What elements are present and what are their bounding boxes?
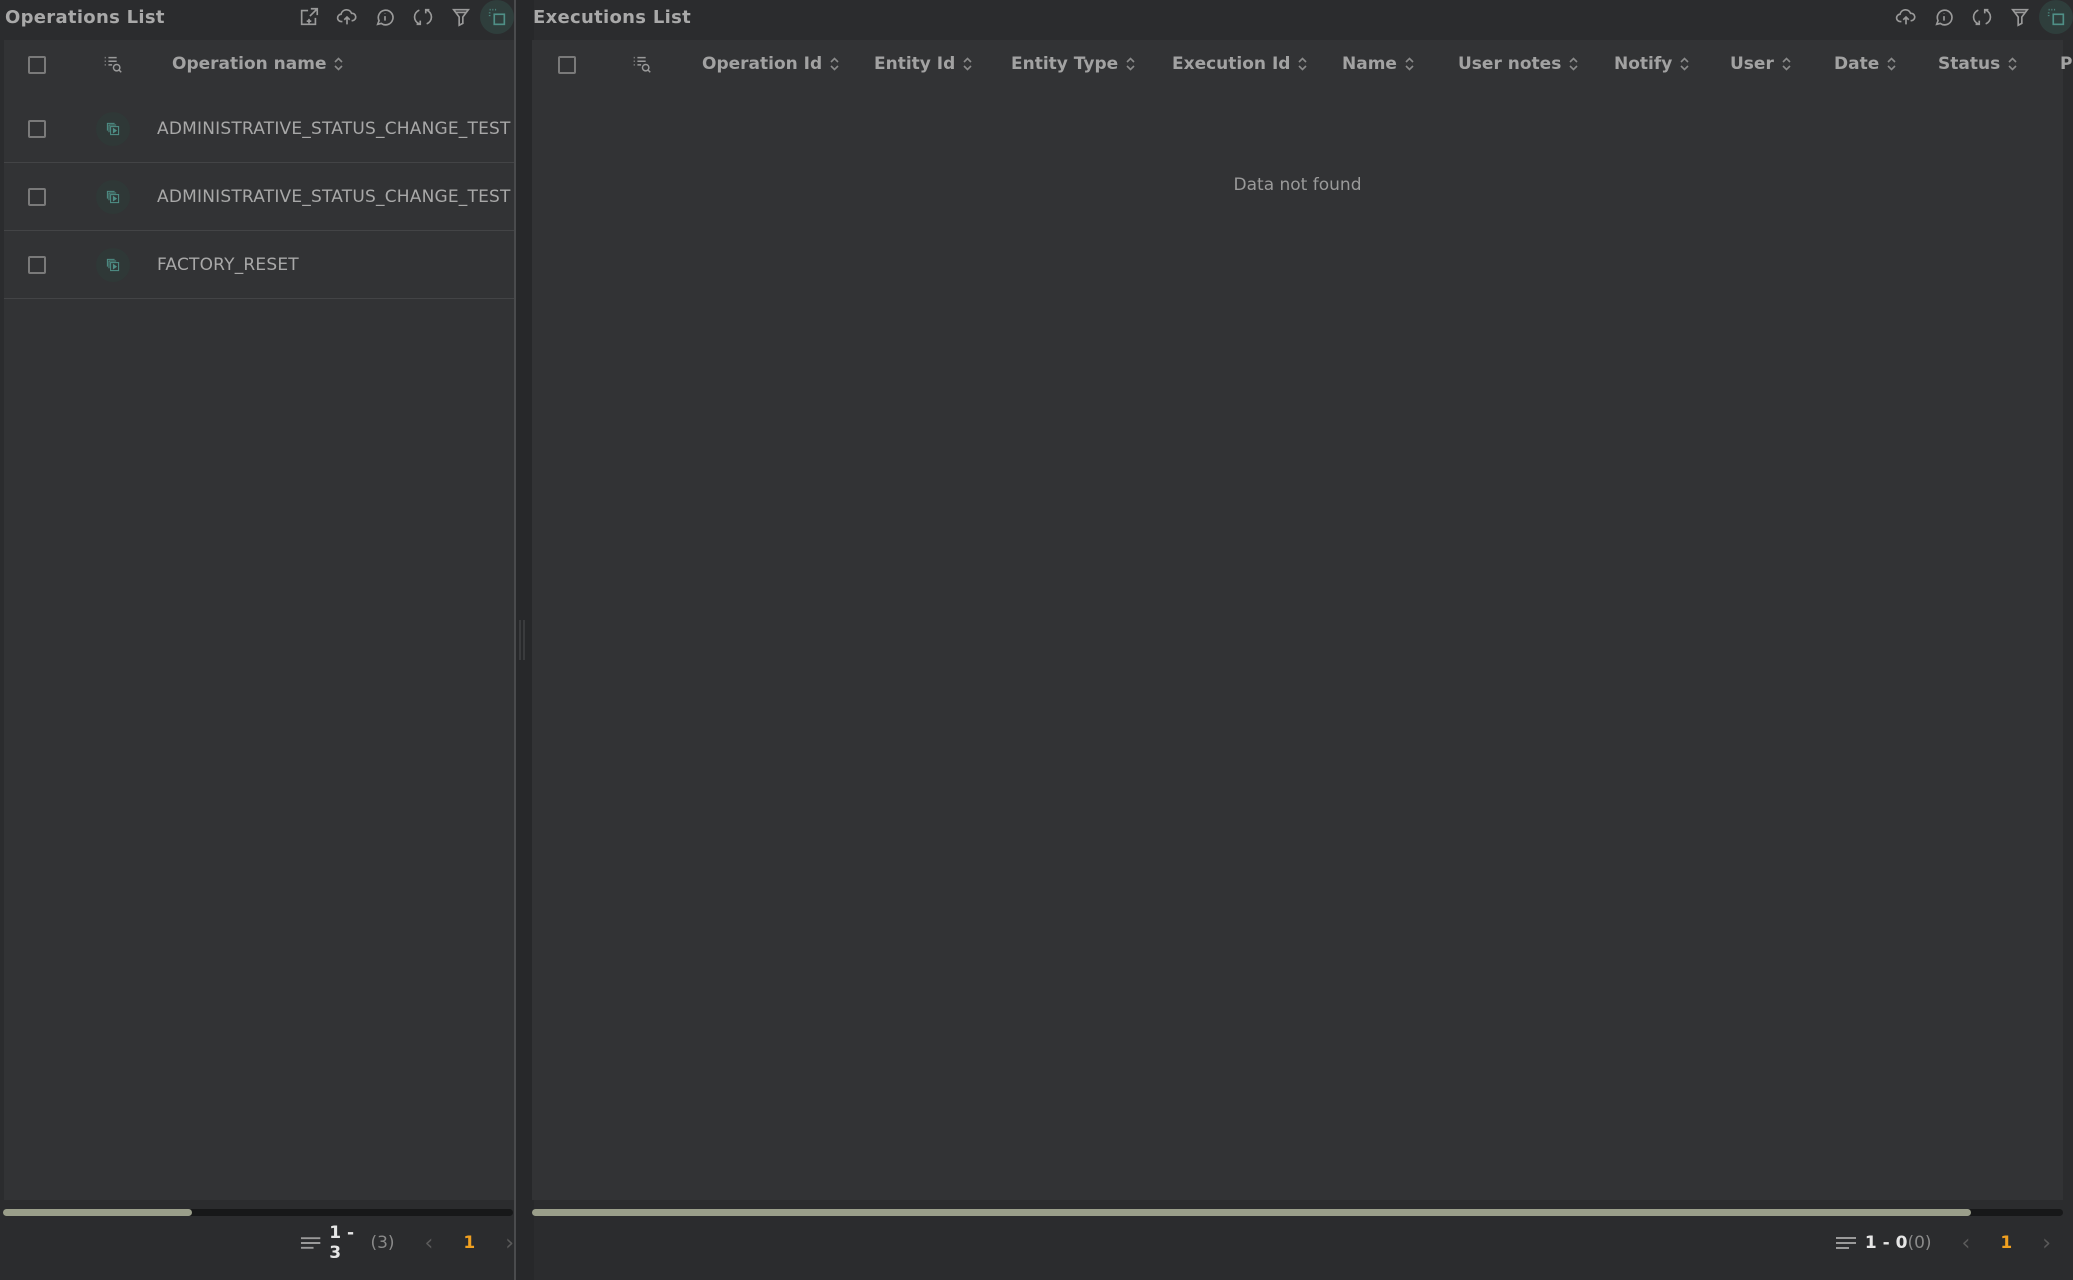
column-user[interactable]: User [1730,54,1792,74]
upload-icon [1895,8,1916,25]
column-entity-type[interactable]: Entity Type [1011,54,1136,74]
sort-icon [1298,57,1308,71]
executions-header-row: Operation Id Entity Id Entity Type Executio… [532,40,2072,90]
row-checkbox[interactable] [28,187,46,206]
info-button[interactable] [366,0,404,34]
executions-toolbar [1887,0,2073,34]
column-operation-id[interactable]: Operation Id [702,54,840,74]
export-button[interactable] [290,0,328,34]
info-button[interactable] [1925,0,1963,34]
operation-name: ADMINISTRATIVE_STATUS_CHANGE_TEST [157,118,511,139]
operation-type-icon [96,179,130,214]
operations-header-row: Operation name [4,40,514,90]
table-row[interactable]: ADMINISTRATIVE_STATUS_CHANGE_TEST [4,95,514,163]
selection-mode-button[interactable] [2039,0,2073,34]
sort-icon [1569,57,1578,71]
filter-button[interactable] [442,0,480,34]
info-icon [1935,9,1953,26]
operations-grid: Operation name ADMINISTRATIVE_STATUS_CHA… [4,40,514,1200]
row-checkbox[interactable] [28,119,46,138]
refresh-icon [1972,8,1992,26]
column-user-notes[interactable]: User notes [1458,54,1579,74]
executions-titlebar: Executions List [532,0,2073,34]
upload-icon [336,8,357,25]
sort-icon [830,57,839,71]
page-range: 1 - 0 [1864,1233,1908,1253]
sort-icon [963,57,972,71]
sort-icon [1887,57,1896,71]
selection-mode-icon [488,8,506,26]
column-name[interactable]: Name [1342,54,1415,74]
operations-panel: Operations List Operation name ADMINISTR… [0,0,514,1280]
table-row[interactable]: ADMINISTRATIVE_STATUS_CHANGE_TEST [4,163,514,231]
selection-mode-icon [2047,8,2065,26]
column-status[interactable]: Status [1938,54,2018,74]
sort-icon [1782,57,1791,71]
upload-button[interactable] [328,0,366,34]
current-page[interactable]: 1 [463,1233,475,1253]
current-page[interactable]: 1 [2000,1233,2012,1253]
column-search-icon[interactable] [102,53,124,75]
selection-mode-button[interactable] [480,0,514,34]
operations-horizontal-scrollbar[interactable] [3,1209,513,1216]
filter-button[interactable] [2001,0,2039,34]
operation-type-icon [96,247,130,282]
empty-state-message: Data not found [1233,175,1362,195]
filter-icon [2011,8,2029,27]
sort-icon [1405,57,1414,71]
sort-icon [334,57,344,71]
executions-grid: Operation Id Entity Id Entity Type Executio… [532,40,2072,1200]
page-size-icon[interactable] [300,1235,321,1251]
operation-name: ADMINISTRATIVE_STATUS_CHANGE_TEST [157,186,511,207]
operations-title: Operations List [5,6,165,28]
column-date[interactable]: Date [1834,54,1897,74]
export-icon [300,7,319,26]
sort-icon [1126,57,1135,71]
upload-button[interactable] [1887,0,1925,34]
refresh-button[interactable] [1963,0,2001,34]
scrollbar-thumb[interactable] [532,1209,1972,1216]
page-size-icon[interactable] [1835,1235,1857,1251]
executions-pagination: 1 - 0 (0) ‹ 1 › [1835,1225,2051,1261]
executions-title: Executions List [533,6,691,28]
column-search-icon[interactable] [631,53,653,75]
column-operation-name[interactable]: Operation name [172,54,344,74]
row-checkbox[interactable] [28,255,46,274]
column-notify[interactable]: Notify [1614,54,1690,74]
refresh-icon [413,8,433,26]
panel-resize-handle[interactable] [514,0,534,1280]
select-all-checkbox[interactable] [558,56,576,74]
filter-icon [452,8,470,27]
page-total: (0) [1907,1233,1932,1253]
next-page-button[interactable]: › [505,1231,514,1256]
prev-page-button[interactable]: ‹ [425,1231,434,1256]
sort-icon [2008,57,2017,71]
executions-horizontal-scrollbar[interactable] [532,1209,2063,1216]
column-p[interactable]: P [2060,54,2072,74]
sort-icon [1680,57,1689,71]
select-all-checkbox[interactable] [28,56,46,74]
operations-toolbar [290,0,514,34]
table-row[interactable]: FACTORY_RESET [4,231,514,299]
prev-page-button[interactable]: ‹ [1962,1231,1971,1256]
operation-type-icon [96,111,130,146]
page-total: (3) [370,1233,395,1253]
next-page-button[interactable]: › [2042,1231,2051,1256]
executions-panel: Executions List Operation Id Entity Id Ent… [532,0,2073,1280]
info-icon [376,9,394,26]
page-range: 1 - 3 [329,1223,355,1263]
refresh-button[interactable] [404,0,442,34]
scrollbar-thumb[interactable] [3,1209,192,1216]
column-entity-id[interactable]: Entity Id [874,54,973,74]
operations-pagination: 1 - 3 (3) ‹ 1 › [300,1223,514,1263]
column-execution-id[interactable]: Execution Id [1172,54,1308,74]
operation-name: FACTORY_RESET [157,254,299,275]
